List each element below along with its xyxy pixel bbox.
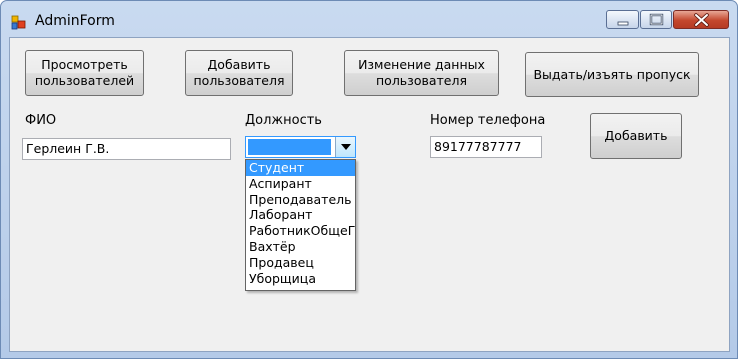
- position-label: Должность: [245, 113, 322, 128]
- close-button[interactable]: [673, 10, 729, 29]
- add-button[interactable]: Добавить: [590, 113, 682, 159]
- position-dropdown-list[interactable]: Студент Аспирант Преподаватель Лаборант …: [245, 159, 356, 291]
- dropdown-option[interactable]: Лаборант: [246, 207, 355, 223]
- fio-label: ФИО: [25, 113, 57, 128]
- phone-label: Номер телефона: [430, 113, 546, 128]
- phone-input[interactable]: 89177787777: [430, 136, 542, 158]
- dropdown-option[interactable]: Преподаватель: [246, 192, 355, 208]
- issue-pass-button[interactable]: Выдать/изъять пропуск: [525, 52, 699, 97]
- minimize-button[interactable]: [606, 10, 639, 29]
- close-icon: [694, 13, 709, 27]
- position-combobox[interactable]: [245, 136, 356, 158]
- chevron-down-icon: [341, 144, 351, 150]
- dropdown-option[interactable]: Аспирант: [246, 176, 355, 192]
- form-client-area: Просмотреть пользователей Добавить польз…: [9, 37, 730, 352]
- admin-form-window: AdminForm Просмотреть пользователей Доба…: [0, 0, 738, 359]
- combobox-selection: [248, 139, 331, 155]
- combobox-dropdown-button[interactable]: [335, 137, 355, 157]
- maximize-button[interactable]: [640, 10, 672, 29]
- add-user-button[interactable]: Добавить пользователя: [185, 50, 293, 96]
- title-bar[interactable]: AdminForm: [1, 1, 737, 37]
- maximize-icon: [649, 13, 664, 26]
- app-icon: [11, 15, 26, 30]
- window-title: AdminForm: [35, 13, 115, 29]
- edit-user-button[interactable]: Изменение данных пользователя: [344, 50, 499, 96]
- dropdown-option[interactable]: Студент: [246, 160, 355, 176]
- minimize-icon: [617, 21, 629, 26]
- view-users-button[interactable]: Просмотреть пользователей: [25, 50, 144, 96]
- dropdown-option[interactable]: Уборщица: [246, 271, 355, 287]
- dropdown-option[interactable]: РаботникОбщеГ: [246, 223, 355, 239]
- dropdown-option[interactable]: Продавец: [246, 255, 355, 271]
- dropdown-option[interactable]: Вахтёр: [246, 239, 355, 255]
- fio-input[interactable]: Герлеин Г.В.: [22, 138, 231, 160]
